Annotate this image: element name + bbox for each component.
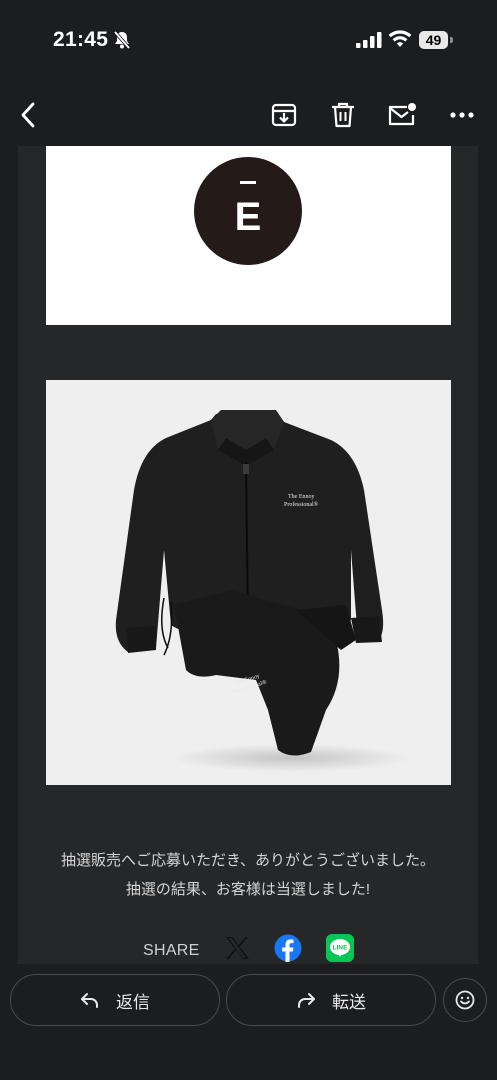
- svg-text:The Ennoy: The Ennoy: [288, 494, 315, 500]
- battery-indicator: 49: [419, 31, 453, 49]
- line-icon[interactable]: LINE: [326, 934, 354, 962]
- mark-unread-button[interactable]: [382, 95, 422, 135]
- bottom-action-bar: 返信 転送: [0, 964, 497, 1080]
- reply-button[interactable]: 返信: [10, 974, 220, 1026]
- more-horizontal-icon: [450, 112, 474, 118]
- battery-level: 49: [419, 31, 448, 49]
- product-photo: The Ennoy Professional® The Ennoy Profes…: [115, 410, 411, 772]
- reply-icon: [81, 993, 98, 1008]
- facebook-icon[interactable]: [274, 934, 302, 962]
- reply-label: 返信: [116, 992, 150, 1012]
- wifi-icon: [388, 30, 412, 47]
- signal-icon: [356, 32, 382, 48]
- chevron-left-icon: [21, 102, 35, 128]
- status-time: 21:45: [53, 28, 109, 51]
- forward-label: 転送: [332, 992, 366, 1012]
- email-toolbar: [0, 85, 497, 145]
- svg-text:Professional®: Professional®: [284, 501, 319, 508]
- archive-button[interactable]: [264, 95, 304, 135]
- back-button[interactable]: [8, 95, 48, 135]
- more-button[interactable]: [442, 95, 482, 135]
- forward-button[interactable]: 転送: [226, 974, 436, 1026]
- email-body: E The Ennoy Professional® The Ennoy Prof…: [18, 146, 478, 964]
- archive-icon: [271, 103, 297, 127]
- emoji-reaction-button[interactable]: [443, 978, 487, 1022]
- brand-logo-letter: E: [234, 195, 262, 239]
- message-line-1: 抽選販売へご応募いただき、ありがとうございました。: [61, 852, 435, 869]
- email-message: 抽選販売へご応募いただき、ありがとうございました。 抽選の結果、お客様は当選しま…: [18, 846, 478, 904]
- line-badge-text: LINE: [333, 945, 348, 952]
- brand-logo: E: [194, 157, 302, 265]
- mark-unread-icon: [388, 103, 416, 126]
- bell-off-icon: [113, 30, 131, 50]
- smiley-icon: [455, 990, 475, 1010]
- x-icon[interactable]: [223, 934, 251, 962]
- trash-icon: [332, 102, 354, 128]
- brand-logo-banner: E: [46, 146, 451, 325]
- share-label: SHARE: [143, 942, 200, 959]
- message-line-2: 抽選の結果、お客様は当選しました!: [125, 881, 371, 898]
- share-row: SHARE LINE: [18, 930, 478, 964]
- delete-button[interactable]: [323, 95, 363, 135]
- forward-icon: [298, 993, 315, 1008]
- product-image[interactable]: The Ennoy Professional® The Ennoy Profes…: [46, 380, 451, 785]
- status-bar: 21:45 49: [0, 0, 497, 80]
